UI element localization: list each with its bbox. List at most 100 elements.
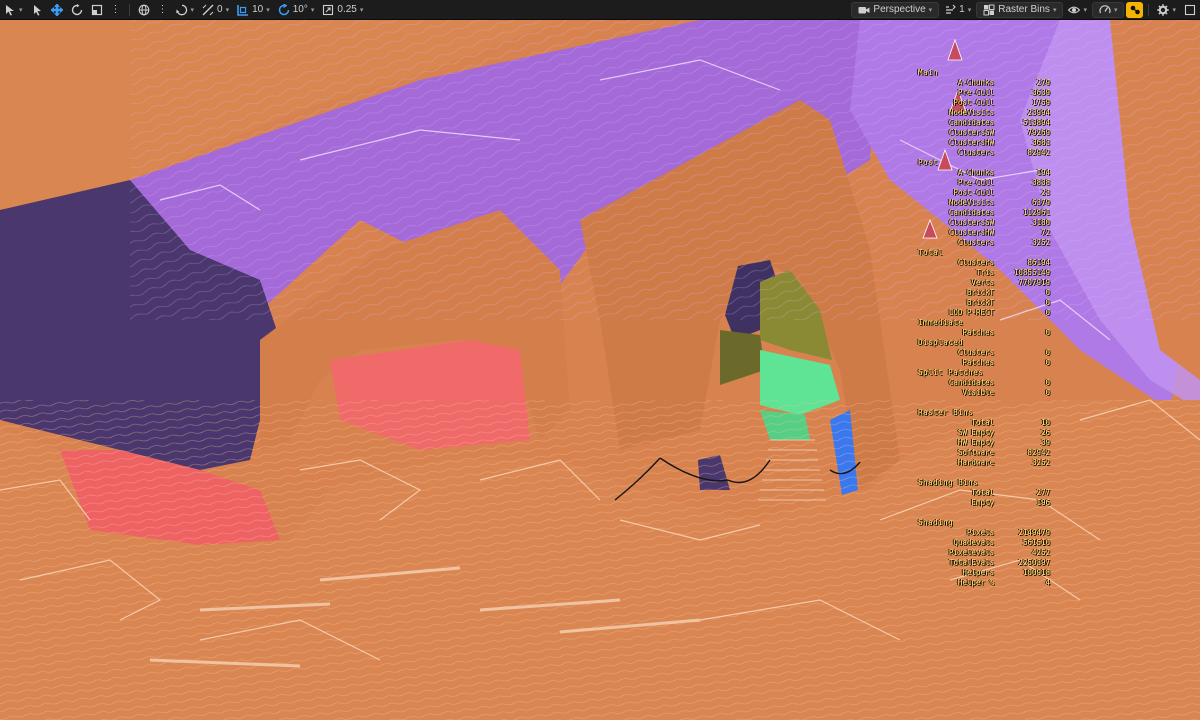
stats-row: Candidates 513894: [918, 118, 1050, 128]
stats-key: LOD P-RECT: [948, 308, 994, 317]
stats-row: Pixels 2149479: [918, 528, 1050, 538]
rotation-snap-value: 10°: [292, 4, 308, 15]
stats-row: ClustersSW 79269: [918, 128, 1050, 138]
stats-section-title: Total: [918, 248, 944, 257]
stats-value: 10855149: [1013, 268, 1050, 277]
show-flags-dropdown[interactable]: ▾: [1065, 2, 1090, 18]
scale-snap-value: 0.25: [337, 4, 357, 15]
stats-row: Clusters 0: [918, 348, 1050, 358]
stats-key: HW Empty: [957, 438, 994, 447]
stats-spacer: [918, 508, 1050, 518]
grid-size-value: 10: [252, 4, 264, 15]
stats-row: Pre-Cull 3639: [918, 88, 1050, 98]
stats-key: A-Chunks: [957, 78, 994, 87]
level-viewport[interactable]: Main A-Chunks 279 Pre-Cull 3639 Post-Cull 1759…: [0, 20, 1200, 720]
coordinate-system-button[interactable]: [135, 2, 153, 18]
nanite-stats-overlay: Main A-Chunks 279 Pre-Cull 3639 Post-Cull 1759…: [918, 68, 1050, 588]
stats-value: 82942: [1027, 448, 1050, 457]
stats-value: 0: [1045, 348, 1050, 357]
scale-tool-button[interactable]: [88, 2, 106, 18]
globe-icon: [138, 4, 149, 15]
surface-snap-dropdown[interactable]: ▾: [173, 2, 198, 18]
stats-key: Empty: [971, 498, 994, 507]
stats-section-title: Shading Bins: [918, 478, 979, 487]
rotation-snap-dropdown[interactable]: 10° ▾: [275, 2, 318, 18]
chevron-down-icon: ▾: [19, 6, 23, 14]
stats-value: 86194: [1027, 258, 1050, 267]
viewport-layout-button[interactable]: [1181, 2, 1199, 18]
stats-section-title: Main: [918, 68, 939, 77]
stats-key: BrickT: [966, 288, 994, 297]
stats-value: 4: [1045, 578, 1050, 587]
stats-value: 82942: [1027, 148, 1050, 157]
stats-value: 194: [1036, 168, 1050, 177]
stats-value: 3639: [1031, 88, 1050, 97]
select-tool-button[interactable]: [28, 2, 46, 18]
stats-key: ClustersHW: [948, 228, 994, 237]
grid-snap-dropdown[interactable]: 10 ▾: [234, 2, 273, 18]
chevron-down-icon: ▾: [1052, 6, 1057, 14]
stats-key: Clusters: [957, 238, 994, 247]
stats-key: Clusters: [957, 258, 994, 267]
stats-section-title: Post: [918, 158, 939, 167]
view-mode-dropdown[interactable]: Raster Bins ▾: [976, 1, 1064, 18]
stats-row: Total 277: [918, 488, 1050, 498]
view-mode-label: Perspective: [873, 4, 926, 15]
stats-key: ClustersSW: [948, 128, 994, 137]
visualization-icon: [983, 4, 995, 15]
angle-snap-dropdown[interactable]: 0 ▾: [199, 2, 232, 18]
stats-row: Candidates 0: [918, 378, 1050, 388]
stats-row: Helpers 100918: [918, 568, 1050, 578]
chevron-down-icon: ▾: [310, 6, 315, 14]
stats-value: 0: [1045, 378, 1050, 387]
stats-key: ClustersHW: [948, 138, 994, 147]
gear-icon: [1157, 3, 1170, 16]
stats-key: Candidates: [948, 378, 994, 387]
stats-row: SW Empty 26: [918, 428, 1050, 438]
stats-section-title: Shading: [918, 518, 954, 527]
stats-value: 0: [1045, 298, 1050, 307]
camera-speed-dropdown[interactable]: 1 ▾: [941, 2, 974, 18]
chevron-down-icon: ▾: [225, 6, 230, 14]
stats-value: 2149479: [1018, 528, 1050, 537]
stats-value: 72: [1040, 228, 1050, 237]
stats-row: Candidates 112961: [918, 208, 1050, 218]
viewport-toolbar: ▾ ⋮ ⋮ ▾ 0 ▾ 10 ▾ 10° ▾ 0.25 ▾ Perspectiv…: [0, 0, 1200, 20]
stats-spacer: [918, 468, 1050, 478]
warning-button[interactable]: [1126, 1, 1144, 18]
stats-row: Empty 196: [918, 498, 1050, 508]
angle-snap-icon: [202, 4, 214, 15]
stats-row: Post-Cull 23: [918, 188, 1050, 198]
stats-row: Patches 0: [918, 328, 1050, 338]
stats-key: Patches: [962, 358, 994, 367]
gauge-icon: [1099, 4, 1111, 13]
performance-dropdown[interactable]: ▾: [1091, 1, 1125, 18]
stats-spacer: [918, 398, 1050, 408]
stats-key: Patches: [962, 328, 994, 337]
angle-snap-value: 0: [217, 4, 223, 15]
stats-key: Pixels: [966, 528, 994, 537]
stats-key: Post-Cull: [953, 188, 994, 197]
stats-value: 23: [1040, 188, 1050, 197]
grid-snap-icon: [237, 4, 249, 16]
stats-value: 2250397: [1018, 558, 1050, 567]
select-mode-dropdown[interactable]: ▾: [1, 2, 26, 18]
stats-value: 23994: [1027, 108, 1050, 117]
rotate-tool-button[interactable]: [68, 2, 86, 18]
toolbar-more-button-2[interactable]: ⋮: [155, 2, 171, 18]
stats-row: HW Empty 39: [918, 438, 1050, 448]
perspective-dropdown[interactable]: Perspective ▾: [851, 1, 940, 18]
stats-key: Clusters: [957, 348, 994, 357]
stats-row: Software 82942: [918, 448, 1050, 458]
stats-value: 196: [1036, 498, 1050, 507]
stats-section-title: Displaced: [918, 338, 964, 347]
stats-key: Tris: [975, 268, 994, 277]
viewport-settings-dropdown[interactable]: ▾: [1154, 2, 1179, 18]
stats-value: 3838: [1031, 178, 1050, 187]
scale-snap-dropdown[interactable]: 0.25 ▾: [319, 2, 366, 18]
stats-value: 100918: [1022, 568, 1050, 577]
translate-tool-button[interactable]: [48, 2, 66, 18]
chevron-down-icon: ▾: [1113, 6, 1118, 14]
toolbar-more-button[interactable]: ⋮: [108, 2, 124, 18]
rotate-icon: [71, 3, 82, 15]
